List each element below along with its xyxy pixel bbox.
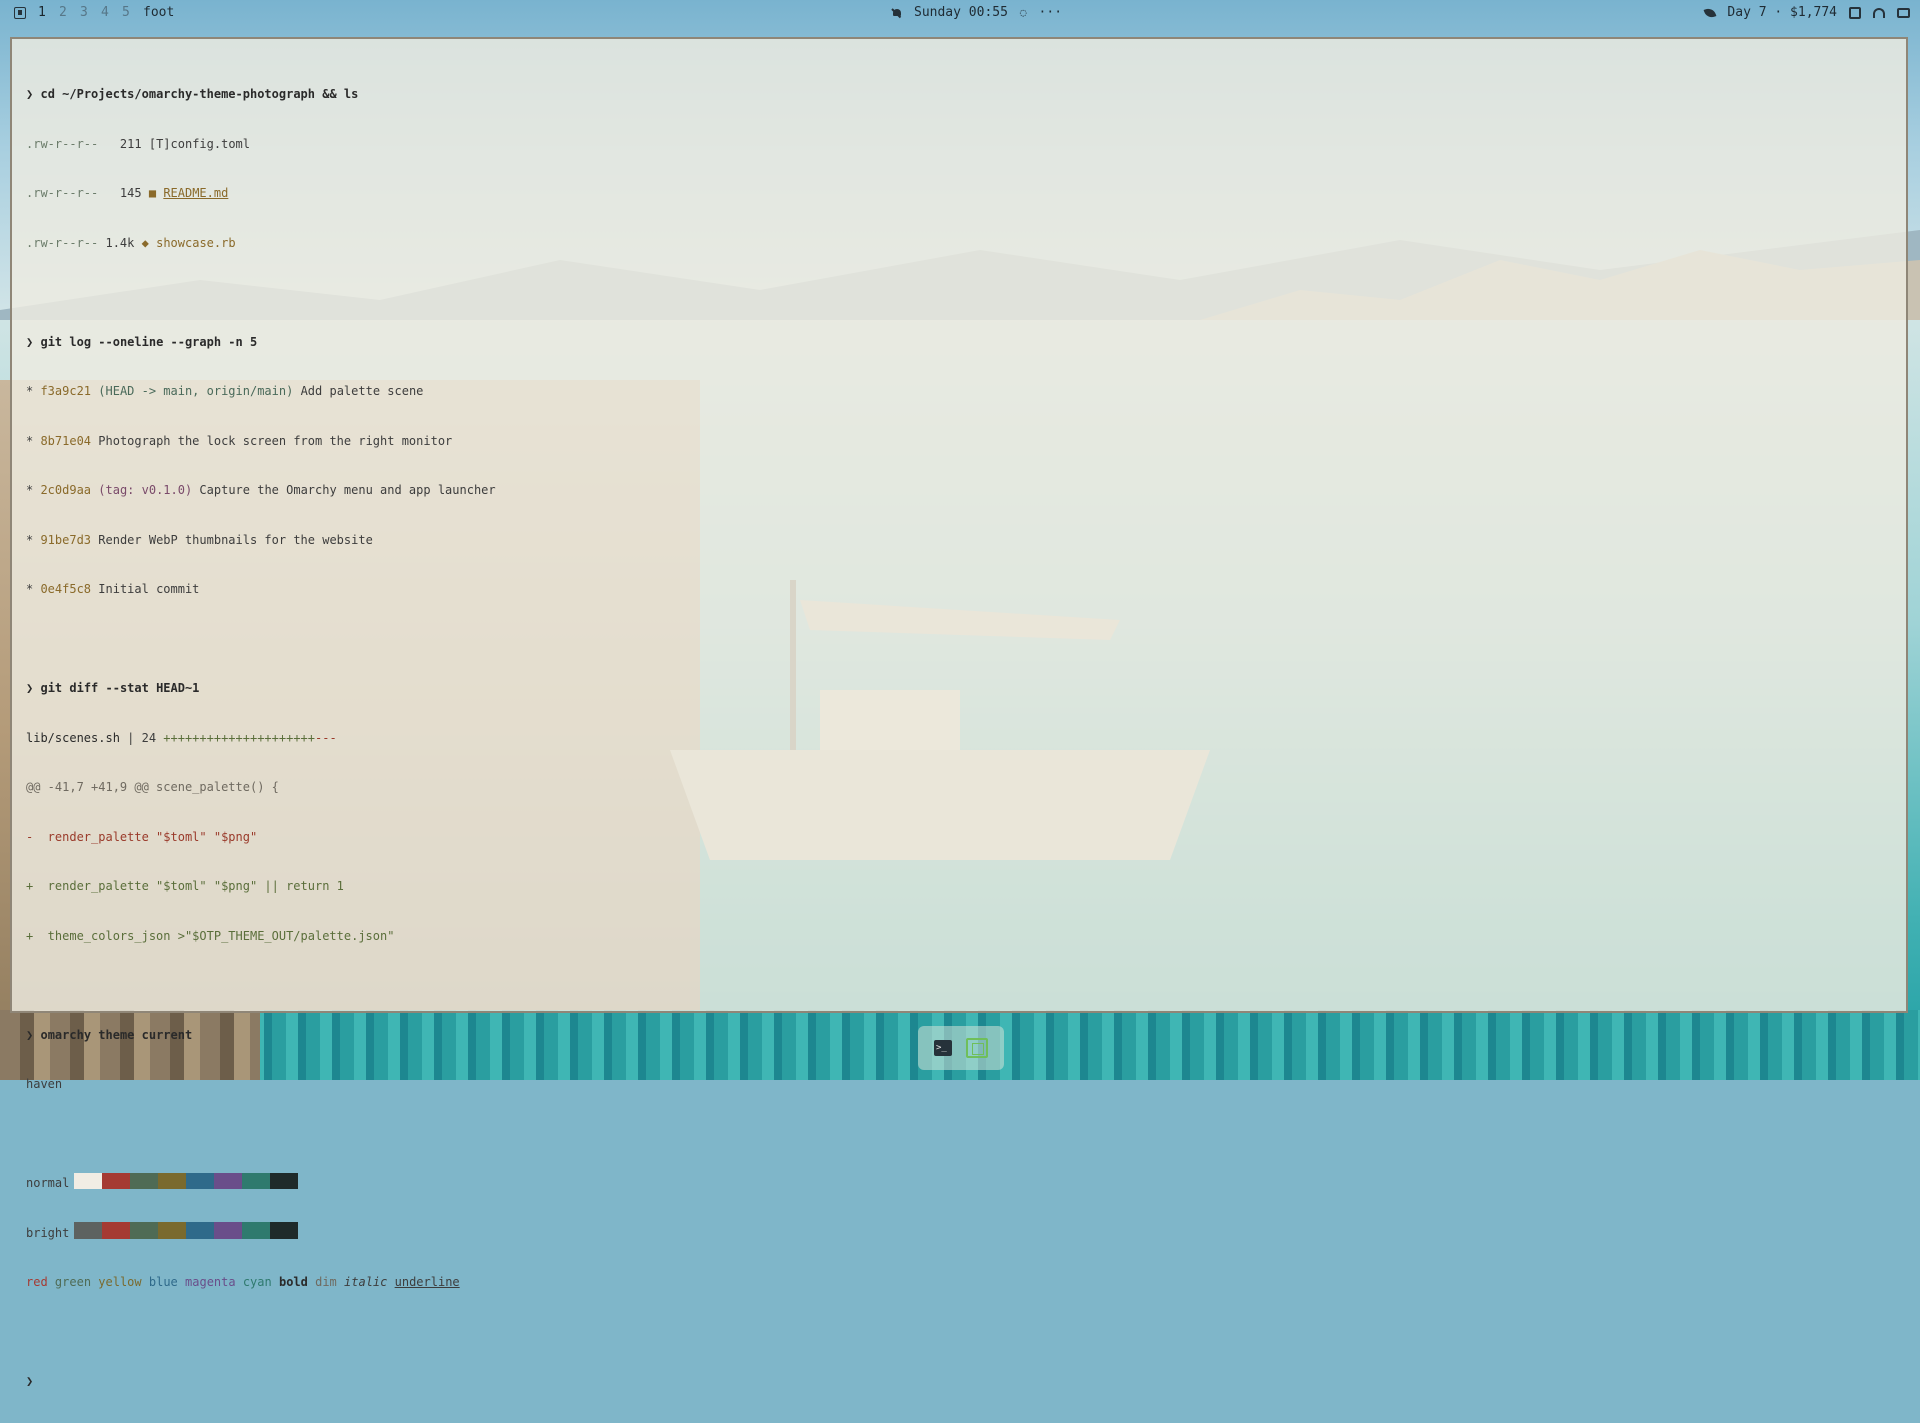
diff-added-line: + theme_colors_json >"$OTP_THEME_OUT/pal… xyxy=(26,928,395,943)
normal-swatch-6 xyxy=(242,1172,270,1190)
omarchy-menu-icon[interactable] xyxy=(14,6,26,19)
terminal-window[interactable]: ❯ cd ~/Projects/omarchy-theme-photograph… xyxy=(10,37,1908,1388)
workspace-1[interactable]: 1 xyxy=(38,5,59,20)
headphones-icon[interactable] xyxy=(1873,7,1885,18)
bright-swatch-7 xyxy=(270,1222,298,1239)
dock: >_ xyxy=(918,1026,1004,1070)
style-yellow: yellow xyxy=(98,1275,142,1289)
palette-normal-row: normal xyxy=(26,1172,496,1192)
normal-swatch-4 xyxy=(186,1172,214,1190)
bright-swatch-4 xyxy=(186,1222,214,1239)
diff-hunk-header: @@ -41,7 +41,9 @@ scene_palette() { xyxy=(26,780,279,794)
markdown-file-icon: ■ xyxy=(148,186,157,200)
style-red: red xyxy=(26,1275,48,1289)
normal-swatch-0 xyxy=(74,1172,102,1190)
topbar-center: Sunday 00:55 ◌ ··· xyxy=(892,5,1062,20)
normal-swatch-5 xyxy=(214,1172,242,1190)
style-blue: blue xyxy=(148,1275,178,1289)
ruby-file-icon: ◆ xyxy=(141,235,149,250)
command-line: git diff --stat HEAD~1 xyxy=(40,681,200,695)
prompt-symbol: ❯ xyxy=(26,87,34,101)
ls-row: .rw-r--r-- 211 [T]config.toml xyxy=(26,136,251,151)
style-magenta: magenta xyxy=(185,1275,236,1289)
workspace-overview-icon[interactable] xyxy=(966,1038,988,1058)
log-row: * 8b71e04 Photograph the lock screen fro… xyxy=(26,433,453,448)
command-line: omarchy theme current xyxy=(40,1027,193,1042)
bright-swatch-6 xyxy=(242,1222,270,1239)
style-cyan: cyan xyxy=(242,1275,272,1289)
style-bold: bold xyxy=(278,1275,308,1289)
active-window-title: foot xyxy=(143,5,175,20)
command-line: git log --oneline --graph -n 5 xyxy=(40,334,258,349)
log-row: * 2c0d9aa (tag: v0.1.0) Capture the Omar… xyxy=(26,483,496,497)
toml-file-icon: [T] xyxy=(148,136,171,151)
normal-swatch-7 xyxy=(270,1172,298,1190)
prompt-symbol: ❯ xyxy=(26,1374,34,1388)
status-text[interactable]: Day 7 · $1,774 xyxy=(1727,5,1837,20)
status-tray: Day 7 · $1,774 xyxy=(1704,5,1910,20)
diff-added-line: + render_palette "$toml" "$png" || retur… xyxy=(26,879,344,893)
workspace-3[interactable]: 3 xyxy=(80,5,101,20)
more-button[interactable]: ··· xyxy=(1039,5,1062,20)
diffstat-row: lib/scenes.sh | 24 +++++++++++++++++++++… xyxy=(26,730,337,745)
clock[interactable]: Sunday 00:55 xyxy=(914,5,1008,20)
bright-swatch-1 xyxy=(102,1222,130,1239)
style-underline: underline xyxy=(394,1275,460,1289)
style-sample-row: red green yellow blue magenta cyan bold … xyxy=(26,1274,496,1291)
bright-swatch-3 xyxy=(158,1222,186,1239)
style-green: green xyxy=(54,1275,92,1289)
theme-name: haven xyxy=(26,1077,63,1091)
normal-swatch-1 xyxy=(102,1172,130,1190)
log-row: * 0e4f5c8 Initial commit xyxy=(26,582,200,596)
diff-removed-line: - render_palette "$toml" "$png" xyxy=(26,829,258,844)
terminal-output[interactable]: ❯ cd ~/Projects/omarchy-theme-photograph… xyxy=(26,53,496,1423)
workspace-5[interactable]: 5 xyxy=(122,5,143,20)
normal-swatch-2 xyxy=(130,1172,158,1190)
palette-bright-row: bright xyxy=(26,1222,496,1242)
top-bar: 1 2 3 4 5 foot Sunday 00:55 ◌ ··· Day 7 … xyxy=(0,0,1920,26)
update-indicator-icon[interactable]: ◌ xyxy=(1020,6,1027,19)
screen-record-icon[interactable] xyxy=(1849,6,1861,19)
style-dim: dim xyxy=(315,1275,337,1289)
leaf-icon xyxy=(1704,6,1717,19)
bright-swatch-2 xyxy=(130,1222,158,1239)
workspace-switcher: 1 2 3 4 5 foot xyxy=(14,5,174,20)
bright-swatch-0 xyxy=(74,1222,102,1239)
display-icon[interactable] xyxy=(1897,7,1910,18)
log-row: * 91be7d3 Render WebP thumbnails for the… xyxy=(26,532,373,547)
bright-swatch-5 xyxy=(214,1222,242,1239)
log-row: * f3a9c21 (HEAD -> main, origin/main) Ad… xyxy=(26,384,424,398)
command-line: cd ~/Projects/omarchy-theme-photograph &… xyxy=(40,87,359,101)
normal-swatch-3 xyxy=(158,1172,186,1190)
notifications-muted-icon[interactable] xyxy=(892,8,902,18)
style-italic: italic xyxy=(344,1275,388,1289)
ls-row: .rw-r--r-- 1.4k ◆ showcase.rb xyxy=(26,235,236,250)
terminal-app-icon[interactable]: >_ xyxy=(934,1040,952,1056)
workspace-2[interactable]: 2 xyxy=(59,5,80,20)
ls-row: .rw-r--r-- 145 ■ README.md xyxy=(26,186,229,200)
workspace-4[interactable]: 4 xyxy=(101,5,122,20)
